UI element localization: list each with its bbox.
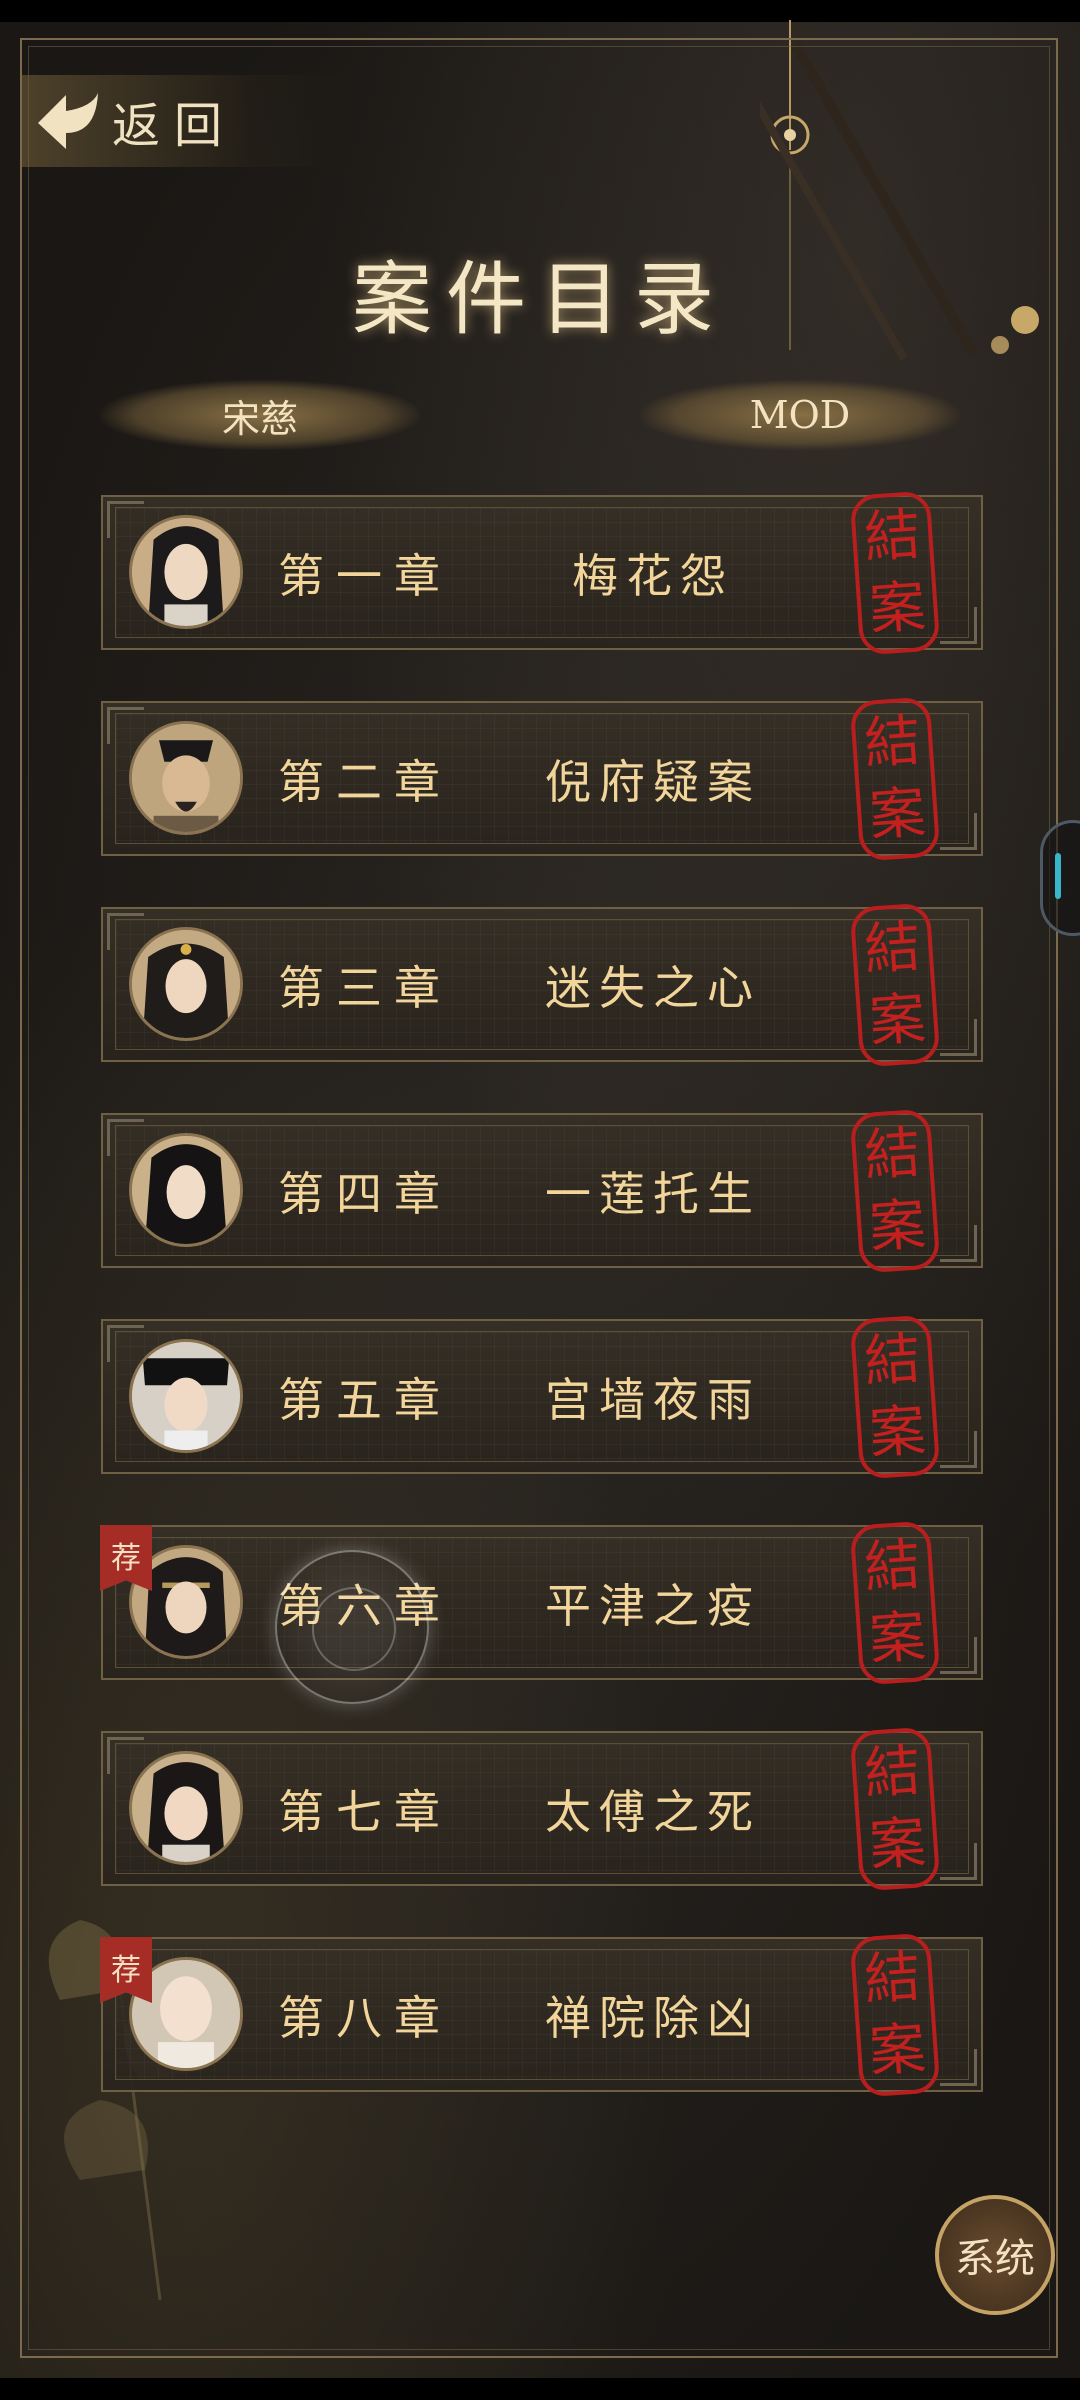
chapter-number: 第三章 (278, 960, 452, 1015)
stamp-char: 案 (867, 1398, 928, 1467)
chapter-card-4[interactable]: 第四章 一莲托生 結案 (101, 1108, 983, 1274)
lattice-corner (107, 707, 144, 744)
chapter-number: 第二章 (278, 754, 452, 809)
stamp-char: 結 (862, 1944, 923, 2013)
chapter-name: 太傅之死 (545, 1784, 761, 1839)
lattice-corner (107, 1119, 144, 1156)
character-avatar (129, 1339, 243, 1453)
status-bar (0, 0, 1080, 22)
chapter-card-6[interactable]: 荐 第六章 平津之疫 結案 (100, 1520, 983, 1686)
chapter-name: 平津之疫 (545, 1578, 761, 1633)
stamp-char: 案 (867, 1192, 928, 1261)
chapter-card-1[interactable]: 第一章 梅花怨 結案 (101, 490, 983, 656)
stamp-char: 案 (867, 1810, 928, 1879)
case-closed-stamp: 結案 (849, 696, 941, 862)
lattice-corner (107, 501, 144, 538)
lattice-corner (940, 1019, 977, 1056)
lattice-corner (940, 1637, 977, 1674)
stamp-char: 結 (862, 1326, 923, 1395)
floating-assist-core (312, 1587, 396, 1671)
stamp-char: 結 (862, 1120, 923, 1189)
chapter-name: 迷失之心 (545, 960, 761, 1015)
stamp-char: 結 (862, 1532, 923, 1601)
chapter-number: 第四章 (278, 1166, 452, 1221)
chapter-name: 梅花怨 (572, 548, 734, 603)
stamp-char: 結 (862, 708, 923, 777)
character-avatar (129, 721, 243, 835)
stamp-char: 結 (862, 502, 923, 571)
lattice-corner (940, 813, 977, 850)
chapter-card-3[interactable]: 第三章 迷失之心 結案 (101, 902, 983, 1068)
case-closed-stamp: 結案 (849, 1520, 941, 1686)
lattice-corner (107, 1737, 144, 1774)
back-label: 返回 (112, 98, 237, 154)
case-closed-stamp: 結案 (849, 902, 941, 1068)
chapter-number: 第一章 (278, 548, 452, 603)
character-avatar (129, 515, 243, 629)
stamp-char: 案 (867, 1604, 928, 1673)
tab-songci[interactable]: 宋慈 (100, 380, 420, 450)
chapter-card-2[interactable]: 第二章 倪府疑案 結案 (101, 696, 983, 862)
back-arrow-icon (22, 75, 112, 167)
floating-assist-icon[interactable] (275, 1550, 429, 1704)
chapter-name: 禅院除凶 (545, 1990, 761, 2045)
tab-mod[interactable]: MOD (640, 380, 960, 450)
character-avatar (129, 1133, 243, 1247)
case-closed-stamp: 結案 (849, 1108, 941, 1274)
case-closed-stamp: 結案 (849, 1932, 941, 2098)
stamp-char: 結 (862, 1738, 923, 1807)
lattice-corner (940, 1843, 977, 1880)
character-avatar (129, 1751, 243, 1865)
chapter-number: 第七章 (278, 1784, 452, 1839)
chapter-name: 倪府疑案 (545, 754, 761, 809)
case-closed-stamp: 結案 (849, 1726, 941, 1892)
chapter-number: 第五章 (278, 1372, 452, 1427)
navigation-bar (0, 2378, 1080, 2400)
chapter-number: 第八章 (278, 1990, 452, 2045)
lattice-corner (940, 1225, 977, 1262)
chapter-card-5[interactable]: 第五章 宫墙夜雨 結案 (101, 1314, 983, 1480)
side-handle-icon[interactable] (1040, 820, 1080, 936)
chapter-card-7[interactable]: 第七章 太傅之死 結案 (101, 1726, 983, 1892)
lattice-corner (940, 607, 977, 644)
stamp-char: 案 (867, 2016, 928, 2085)
system-button[interactable]: 系统 (935, 2195, 1055, 2315)
chapter-name: 宫墙夜雨 (545, 1372, 761, 1427)
page-title: 案件目录 (352, 253, 728, 346)
lattice-corner (107, 1325, 144, 1362)
stamp-char: 案 (867, 574, 928, 643)
back-button[interactable]: 返回 (22, 75, 352, 167)
stamp-char: 案 (867, 986, 928, 1055)
chapter-card-8[interactable]: 荐 第八章 禅院除凶 結案 (100, 1932, 983, 2098)
stamp-char: 結 (862, 914, 923, 983)
lattice-corner (107, 913, 144, 950)
lattice-corner (940, 2049, 977, 2086)
stamp-char: 案 (867, 780, 928, 849)
case-closed-stamp: 結案 (849, 1314, 941, 1480)
lattice-corner (940, 1431, 977, 1468)
chapter-name: 一莲托生 (545, 1166, 761, 1221)
case-closed-stamp: 結案 (849, 490, 941, 656)
character-avatar (129, 927, 243, 1041)
